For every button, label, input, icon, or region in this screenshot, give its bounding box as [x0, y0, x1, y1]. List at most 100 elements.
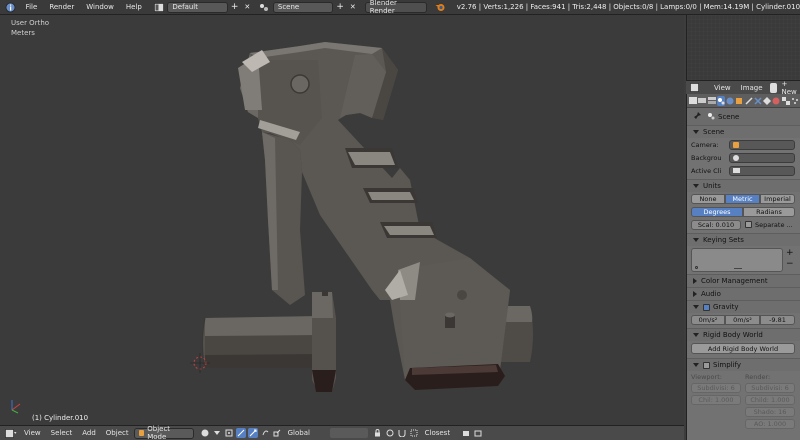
properties-editor-icon[interactable]: [689, 96, 698, 106]
add-rigid-body-world-button[interactable]: Add Rigid Body World: [691, 343, 795, 354]
pin-icon[interactable]: [693, 111, 701, 122]
render-ao-field[interactable]: AO: 1.000: [745, 419, 795, 429]
render-engine-select[interactable]: Blender Render: [364, 0, 428, 15]
shading-dropdown-icon[interactable]: [212, 428, 222, 438]
scene-panel-header[interactable]: Scene: [687, 125, 800, 138]
gravity-x-field[interactable]: 0m/s²: [691, 314, 725, 325]
menu-help[interactable]: Help: [120, 3, 148, 11]
layers-icon[interactable]: [329, 428, 368, 438]
particles-tab-icon[interactable]: [791, 96, 799, 106]
menu-file[interactable]: File: [20, 3, 44, 11]
separate-units-checkbox[interactable]: [745, 221, 752, 228]
add-keying-set-button[interactable]: +: [786, 248, 794, 259]
image-editor-area[interactable]: [686, 15, 800, 80]
snap-toggle-icon[interactable]: [397, 428, 407, 438]
browse-image-icon[interactable]: [769, 82, 778, 93]
scale-icon[interactable]: [272, 428, 282, 438]
menu-select[interactable]: Select: [46, 429, 78, 437]
manipulator-toggle-icon[interactable]: [235, 428, 246, 438]
snap-element-icon[interactable]: [409, 428, 419, 438]
gravity-checkbox[interactable]: [703, 303, 710, 311]
expand-triangle-icon: [693, 184, 699, 188]
unit-none-button[interactable]: None: [691, 193, 725, 204]
gravity-panel-header[interactable]: Gravity: [687, 300, 800, 313]
units-panel-header[interactable]: Units: [687, 179, 800, 192]
menu-window[interactable]: Window: [80, 3, 120, 11]
grip-model[interactable]: [0, 15, 684, 425]
mode-select[interactable]: Object Mode: [133, 425, 194, 440]
scene-icon[interactable]: [257, 1, 271, 14]
menu-add[interactable]: Add: [77, 429, 101, 437]
render-shadow-samples-field[interactable]: Shado: 16: [745, 407, 795, 417]
transform-orientation-select[interactable]: Global: [283, 429, 329, 437]
unit-metric-button[interactable]: Metric: [725, 193, 760, 204]
render-subdivision-field[interactable]: Subdivisi: 6: [745, 383, 795, 393]
pivot-point-icon[interactable]: [224, 428, 234, 438]
3d-viewport[interactable]: User Ortho Meters (1) Cylinder.010: [0, 15, 684, 425]
remove-keying-set-button[interactable]: −: [786, 259, 794, 270]
remove-scene-button[interactable]: ✕: [347, 2, 359, 13]
image-editor-type-icon[interactable]: [690, 83, 702, 93]
render-still-icon[interactable]: [461, 428, 471, 438]
scene-tab-icon[interactable]: [716, 95, 725, 106]
translate-icon[interactable]: [247, 428, 258, 438]
list-filter-icon[interactable]: [695, 266, 698, 269]
screen-layout-field[interactable]: Default: [167, 1, 228, 13]
menu-object[interactable]: Object: [101, 429, 134, 437]
simplify-panel-header[interactable]: Simplify: [687, 358, 800, 371]
rigid-body-panel-header[interactable]: Rigid Body World: [687, 328, 800, 341]
gravity-values-row: 0m/s² 0m/s² -9.81: [687, 313, 800, 326]
material-tab-icon[interactable]: [772, 96, 780, 106]
viewport-shading-icon[interactable]: [200, 428, 210, 438]
viewport-subdivision-field[interactable]: Subdivisi: 6: [691, 383, 741, 393]
snap-target-select[interactable]: Closest: [420, 429, 460, 437]
menu-view[interactable]: View: [19, 429, 46, 437]
info-editor-icon[interactable]: [4, 1, 18, 14]
active-clip-field[interactable]: [729, 165, 795, 176]
rotate-icon[interactable]: [260, 428, 270, 438]
proportional-edit-icon[interactable]: [385, 428, 395, 438]
lock-icon[interactable]: [373, 428, 383, 438]
expand-triangle-icon: [693, 333, 699, 337]
remove-screen-button[interactable]: ✕: [241, 2, 253, 13]
color-management-panel-header[interactable]: Color Management: [687, 274, 800, 287]
constraints-tab-icon[interactable]: [745, 96, 753, 106]
background-scene-field[interactable]: [729, 152, 795, 163]
gravity-title: Gravity: [713, 303, 739, 311]
data-tab-icon[interactable]: [763, 96, 772, 106]
render-animation-icon[interactable]: [473, 428, 483, 438]
add-scene-button[interactable]: +: [333, 2, 347, 13]
uv-menu-image[interactable]: Image: [736, 84, 768, 92]
uv-menu-view[interactable]: View: [709, 84, 736, 92]
simplify-checkbox[interactable]: [703, 361, 710, 369]
color-management-title: Color Management: [701, 277, 768, 285]
image-editor-header: View Image + New: [686, 80, 800, 96]
render-tab-icon[interactable]: [698, 96, 707, 106]
list-resize-icon[interactable]: [734, 268, 742, 269]
keying-sets-list[interactable]: [691, 248, 783, 272]
scene-field-icon: [733, 154, 739, 161]
radians-button[interactable]: Radians: [743, 206, 795, 217]
unit-scale-row: Scal: 0.010 Separate ...: [687, 218, 800, 231]
unit-imperial-button[interactable]: Imperial: [760, 193, 795, 204]
audio-panel-header[interactable]: Audio: [687, 287, 800, 300]
gravity-y-field[interactable]: 0m/s²: [725, 314, 760, 325]
screen-layout-icon[interactable]: [152, 1, 166, 14]
degrees-button[interactable]: Degrees: [691, 206, 743, 217]
modifiers-tab-icon[interactable]: [754, 96, 762, 106]
editor-type-icon[interactable]: [4, 428, 18, 438]
keying-sets-panel-header[interactable]: Keying Sets: [687, 233, 800, 246]
unit-scale-field[interactable]: Scal: 0.010: [691, 219, 741, 230]
object-tab-icon[interactable]: [735, 96, 743, 106]
render-layers-tab-icon[interactable]: [707, 96, 716, 106]
add-screen-button[interactable]: +: [228, 2, 242, 13]
gravity-z-field[interactable]: -9.81: [760, 314, 795, 325]
scene-field[interactable]: Scene: [272, 1, 334, 13]
collapse-triangle-icon: [693, 291, 697, 297]
world-tab-icon[interactable]: [726, 96, 734, 106]
menu-render[interactable]: Render: [43, 3, 80, 11]
viewport-child-particles-field[interactable]: Chil: 1.000: [691, 395, 741, 405]
camera-field[interactable]: [729, 139, 795, 150]
render-child-particles-field[interactable]: Child: 1.000: [745, 395, 795, 405]
texture-tab-icon[interactable]: [781, 96, 790, 106]
